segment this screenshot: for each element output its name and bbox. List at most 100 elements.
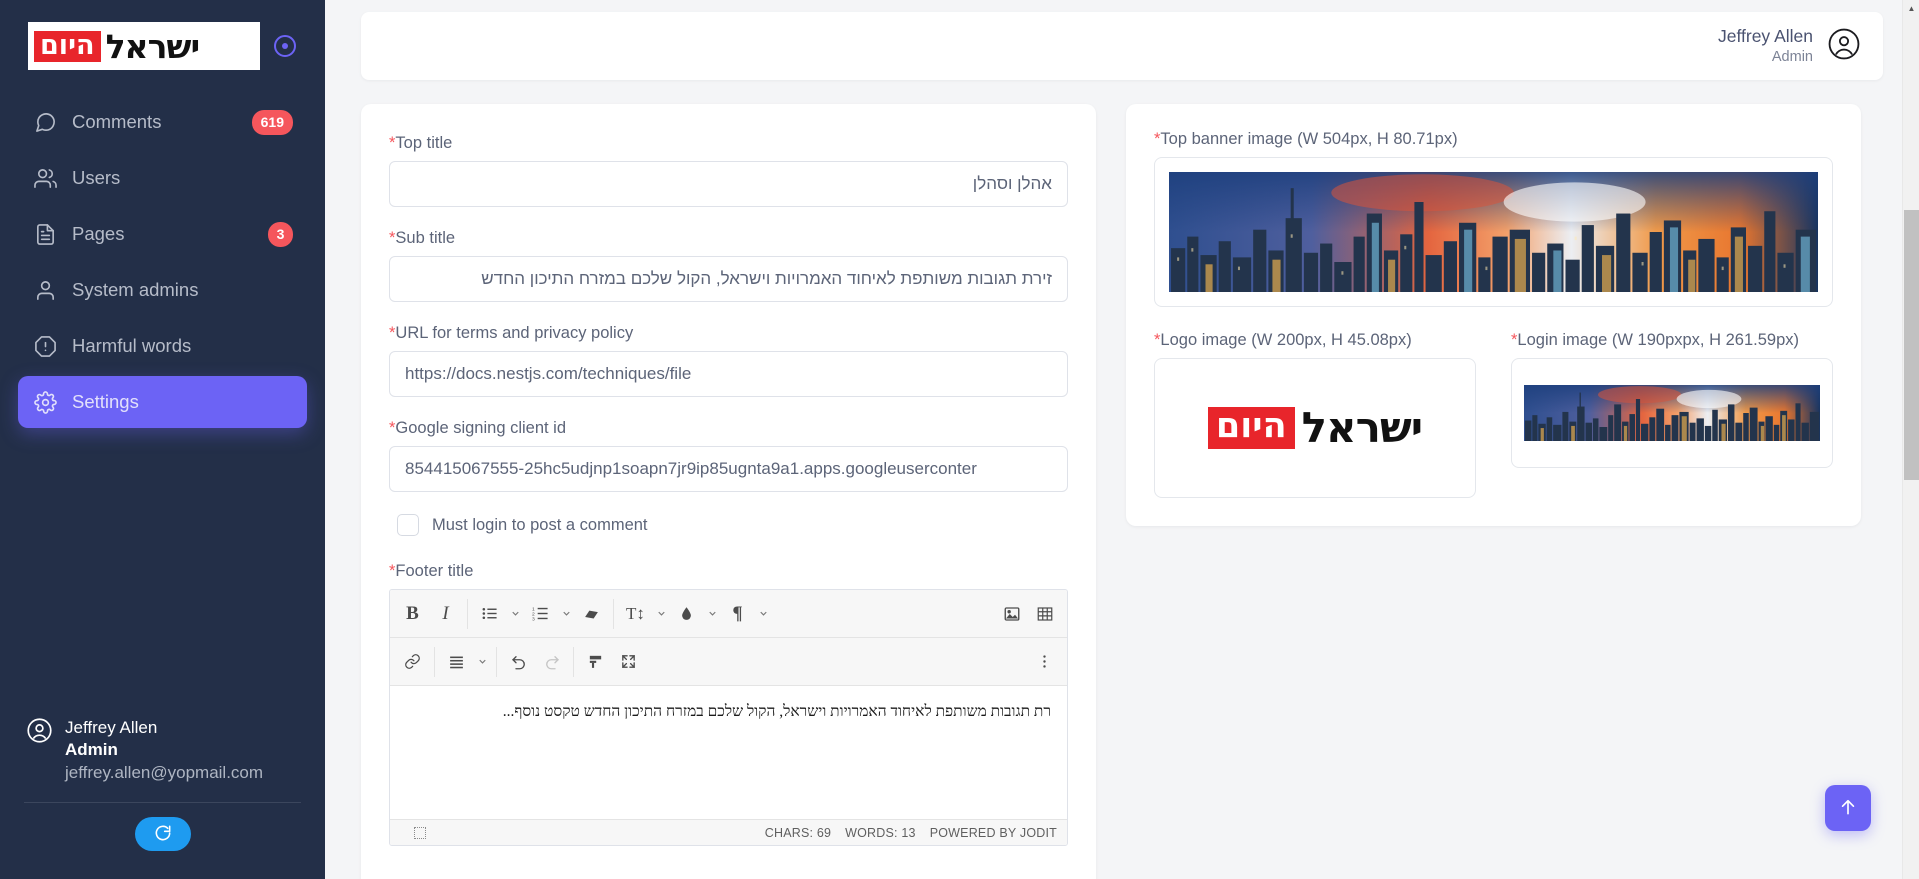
- settings-form-card: *Top title *Sub title *URL for terms and…: [361, 104, 1096, 879]
- sidebar-item-settings[interactable]: Settings: [18, 376, 307, 428]
- svg-text:1: 1: [532, 607, 535, 613]
- sidebar-item-label: Pages: [72, 223, 125, 244]
- login-image-dropzone[interactable]: [1511, 358, 1833, 468]
- sidebar-user-block: Jeffrey Allen Admin jeffrey.allen@yopmai…: [0, 717, 325, 784]
- sidebar-item-users[interactable]: Users: [18, 152, 307, 204]
- top-title-label: *Top title: [389, 134, 453, 152]
- logout-button[interactable]: [134, 817, 191, 851]
- images-card: *Top banner image (W 504px, H 80.71px) *…: [1126, 104, 1861, 526]
- logo-image-word: ישראל: [1301, 403, 1423, 452]
- redo-icon[interactable]: [535, 645, 568, 679]
- comments-badge: 619: [251, 109, 293, 135]
- bold-icon[interactable]: B: [396, 597, 429, 631]
- top-banner-image-dropzone[interactable]: [1154, 157, 1833, 307]
- header-user-menu[interactable]: Jeffrey Allen Admin: [1718, 25, 1861, 67]
- comment-icon: [34, 111, 64, 134]
- scrollbar-up-arrow-icon[interactable]: ▲: [1903, 0, 1919, 17]
- top-title-input[interactable]: [389, 161, 1068, 207]
- italic-icon[interactable]: I: [429, 597, 462, 631]
- eraser-icon[interactable]: [575, 597, 608, 631]
- sidebar-brand: ישראל היום: [0, 22, 325, 70]
- sidebar-item-comments[interactable]: Comments 619: [18, 96, 307, 148]
- arrow-up-icon: [1838, 797, 1858, 820]
- insert-table-icon[interactable]: [1028, 597, 1061, 631]
- page-scrollbar[interactable]: ▲: [1902, 0, 1919, 879]
- logo-login-row: *Logo image (W 200px, H 45.08px) ישראל ה…: [1154, 331, 1833, 498]
- sidebar-item-system-admins[interactable]: System admins: [18, 264, 307, 316]
- brand-logo[interactable]: ישראל היום: [28, 22, 260, 70]
- editor-content-text: רת תגובות משותפת לאיחוד האמרויות וישראל,…: [502, 703, 1051, 720]
- sidebar-item-harmful-words[interactable]: Harmful words: [18, 320, 307, 372]
- avatar: [26, 717, 53, 749]
- top-header-bar: Jeffrey Allen Admin: [361, 12, 1883, 80]
- editor-powered-by: POWERED BY JODIT: [929, 825, 1057, 840]
- ordered-list-chevron-down-icon[interactable]: [557, 597, 575, 631]
- terms-url-input[interactable]: [389, 351, 1068, 397]
- more-options-icon[interactable]: [1028, 645, 1061, 679]
- link-icon[interactable]: [396, 645, 429, 679]
- logo-image-dropzone[interactable]: ישראל היום: [1154, 358, 1476, 498]
- must-login-label: Must login to post a comment: [432, 515, 648, 534]
- format-brush-icon[interactable]: [579, 645, 612, 679]
- paragraph-chevron-down-icon[interactable]: [754, 597, 772, 631]
- pages-badge: 3: [268, 221, 293, 247]
- text-color-chevron-down-icon[interactable]: [703, 597, 721, 631]
- insert-image-icon[interactable]: [995, 597, 1028, 631]
- editor-toolbar-row-1: B I 123 T↕ ¶: [390, 590, 1067, 638]
- editor-resize-handle-icon[interactable]: [414, 826, 426, 839]
- sidebar-item-label: Settings: [72, 391, 139, 412]
- scroll-to-top-button[interactable]: [1825, 785, 1871, 831]
- align-chevron-down-icon[interactable]: [473, 645, 491, 679]
- sub-title-label: *Sub title: [389, 229, 456, 247]
- sidebar: ישראל היום Comments 619 Users Pages 3 Sy…: [0, 0, 325, 879]
- scrollbar-thumb[interactable]: [1904, 210, 1919, 480]
- sidebar-item-pages[interactable]: Pages 3: [18, 208, 307, 260]
- text-color-icon[interactable]: [670, 597, 703, 631]
- document-icon: [34, 223, 64, 246]
- field-top-banner-image: *Top banner image (W 504px, H 80.71px): [1154, 130, 1833, 307]
- logo-image-label: *Logo image (W 200px, H 45.08px): [1154, 331, 1412, 349]
- brand-logo-badge: היום: [34, 30, 101, 62]
- editor-content-area[interactable]: רת תגובות משותפת לאיחוד האמרויות וישראל,…: [390, 686, 1067, 819]
- google-client-id-input[interactable]: [389, 446, 1068, 492]
- field-footer-title: *Footer title B I 1 2 3 T↕ ¶ רת תגובות מ…: [389, 562, 1068, 846]
- toolbar-separator: [573, 646, 574, 677]
- paragraph-icon[interactable]: ¶: [721, 597, 754, 631]
- header-user-role: Admin: [1771, 48, 1813, 65]
- svg-text:3: 3: [532, 617, 535, 622]
- align-icon[interactable]: [440, 645, 473, 679]
- undo-icon[interactable]: [502, 645, 535, 679]
- logout-icon: [153, 823, 173, 846]
- must-login-checkbox[interactable]: [397, 514, 419, 536]
- font-size-chevron-down-icon[interactable]: [652, 597, 670, 631]
- field-top-title: *Top title: [389, 134, 1068, 207]
- unordered-list-icon[interactable]: [473, 597, 506, 631]
- top-banner-label: *Top banner image (W 504px, H 80.71px): [1154, 130, 1458, 148]
- brand-logo-word: ישראל: [105, 26, 201, 66]
- person-icon: [34, 279, 64, 302]
- sidebar-user-email: jeffrey.allen@yopmail.com: [65, 762, 264, 782]
- sidebar-collapse-toggle-icon[interactable]: [274, 35, 296, 57]
- fullscreen-icon[interactable]: [612, 645, 645, 679]
- must-login-row[interactable]: Must login to post a comment: [397, 514, 1068, 536]
- logo-image: ישראל היום: [1203, 403, 1427, 453]
- toolbar-separator: [467, 598, 468, 629]
- font-size-icon[interactable]: T↕: [619, 597, 652, 631]
- unordered-list-chevron-down-icon[interactable]: [506, 597, 524, 631]
- terms-url-label: *URL for terms and privacy policy: [389, 324, 634, 342]
- field-google-client-id: *Google signing client id: [389, 419, 1068, 492]
- editor-words-count: WORDS: 13: [845, 825, 916, 840]
- settings-content: *Top title *Sub title *URL for terms and…: [361, 104, 1883, 879]
- header-user-name: Jeffrey Allen: [1717, 26, 1813, 47]
- header-avatar-icon[interactable]: [1827, 27, 1861, 66]
- google-client-id-label: *Google signing client id: [389, 419, 567, 437]
- field-logo-image: *Logo image (W 200px, H 45.08px) ישראל ה…: [1154, 331, 1476, 498]
- footer-title-label: *Footer title: [389, 562, 474, 580]
- toolbar-separator: [496, 646, 497, 677]
- field-sub-title: *Sub title: [389, 229, 1068, 302]
- sidebar-user-role: Admin: [65, 740, 118, 760]
- ordered-list-icon[interactable]: 123: [524, 597, 557, 631]
- alert-octagon-icon: [34, 335, 64, 358]
- sub-title-input[interactable]: [389, 256, 1068, 302]
